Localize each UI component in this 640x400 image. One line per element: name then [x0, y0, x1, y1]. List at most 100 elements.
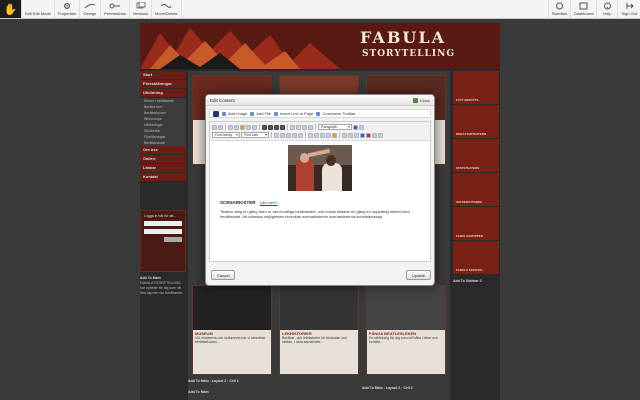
add-to-cell2-link[interactable]: Add To Main : Layout 2 : Cell 2 — [362, 386, 413, 390]
hr-icon[interactable] — [314, 132, 319, 138]
align-left-icon[interactable] — [290, 124, 295, 130]
brush-icon — [83, 1, 97, 10]
exit-edit-group[interactable]: ✋ Exit Edit Mode — [0, 0, 55, 18]
undo-icon[interactable] — [212, 124, 217, 130]
settings-icon — [316, 111, 321, 116]
thumb-caption: FÅNGA BEATLESLEKEN En utbildning för dig … — [367, 330, 445, 346]
login-field[interactable] — [144, 229, 182, 234]
content-photo[interactable] — [288, 145, 352, 191]
font-color-icon[interactable] — [326, 132, 331, 138]
nav-item-utbildning[interactable]: Utbildning — [140, 89, 186, 98]
paste-word-icon[interactable] — [252, 124, 257, 130]
format-select[interactable]: Paragraph — [318, 124, 352, 130]
editor-content-area[interactable]: SCENARKISTER Läs mer!!! Teatern steg en … — [210, 141, 430, 223]
versions-button[interactable]: Versions — [130, 0, 153, 18]
news-block: Add To Main FABULA STORYTELLING har nyhe… — [140, 276, 186, 296]
italic-icon[interactable] — [268, 124, 273, 130]
strikethrough-icon[interactable] — [280, 124, 285, 130]
sign-out-label: Sign Out — [621, 11, 637, 16]
move-delete-button[interactable]: Move/Delete — [152, 0, 182, 18]
bullet-list-icon[interactable] — [274, 132, 279, 138]
login-button[interactable] — [164, 237, 182, 242]
read-more-link[interactable]: Läs mer!!! — [260, 200, 278, 205]
nav-item-om-oss[interactable]: Om oss — [140, 146, 186, 155]
customize-toolbar-button[interactable]: Customize Toolbar — [316, 111, 355, 116]
bold-icon[interactable] — [262, 124, 267, 130]
nav-item-galleri[interactable]: Galleri — [140, 155, 186, 164]
dialog-title: Edit Content — [210, 97, 235, 103]
content-heading-text: SCENARKISTER — [220, 200, 256, 205]
editor-toolbar-row: Font family Font size — [212, 131, 428, 139]
content-thumb[interactable]: FÅNGA BEATLESLEKEN En utbildning för dig … — [366, 285, 446, 375]
outdent-icon[interactable] — [286, 132, 291, 138]
right-column-item[interactable]: BERÄTTARTEATERN — [453, 105, 499, 139]
font-family-select[interactable]: Font family — [212, 132, 240, 138]
sign-out-icon — [622, 1, 636, 10]
cancel-button[interactable]: Cancel — [211, 270, 236, 280]
versions-icon — [134, 1, 148, 10]
align-right-icon[interactable] — [302, 124, 307, 130]
add-to-sidebar-link[interactable]: Add To Sidebar 2 — [453, 279, 499, 283]
unlink-icon[interactable] — [366, 132, 371, 138]
content-thumb[interactable]: LEKHISTORIER Berättar- och lekhistorier f… — [279, 285, 359, 375]
underline-icon[interactable] — [274, 124, 279, 130]
html-source-icon[interactable] — [378, 132, 383, 138]
add-image-button[interactable]: Add Image — [222, 111, 247, 116]
right-column-item[interactable]: STATSTEATERN — [453, 139, 499, 173]
nav-item-start[interactable]: Start — [140, 71, 186, 80]
site-logo-subtitle: STORYTELLING — [362, 49, 455, 59]
copy-icon[interactable] — [234, 124, 239, 130]
design-button[interactable]: Design — [80, 0, 102, 18]
toolbar-separator — [287, 124, 288, 130]
paste-icon[interactable] — [240, 124, 245, 130]
blockquote-icon[interactable] — [298, 132, 303, 138]
design-label: Design — [83, 11, 97, 16]
right-column-item[interactable]: FÅTT BERÄTTA — [453, 71, 499, 105]
editor-toolbar: Paragraph Font family Font size — [210, 122, 430, 141]
paste-text-icon[interactable] — [246, 124, 251, 130]
font-size-select[interactable]: Font size — [241, 132, 269, 138]
file-icon — [250, 111, 255, 116]
photo-figure-left — [296, 159, 314, 191]
link-icon[interactable] — [360, 132, 365, 138]
fullscreen-icon[interactable] — [359, 124, 364, 130]
sign-out-button[interactable]: Sign Out — [617, 0, 640, 18]
permissions-button[interactable]: Permissions — [101, 0, 130, 18]
nav-item-lankar[interactable]: Länkar — [140, 164, 186, 173]
insert-link-button[interactable]: Insert Link to Page — [274, 111, 313, 116]
align-justify-icon[interactable] — [308, 124, 313, 130]
thumb-image — [280, 286, 358, 330]
dashboard-button[interactable]: Dashboard — [569, 0, 597, 18]
special-char-icon[interactable] — [320, 132, 325, 138]
login-title: Logga in här för att... — [144, 214, 177, 218]
properties-button[interactable]: Properties — [55, 0, 81, 18]
highlight-icon[interactable] — [332, 132, 337, 138]
add-file-button[interactable]: Add File — [250, 111, 271, 116]
login-field[interactable] — [144, 221, 182, 226]
update-button[interactable]: Update — [406, 270, 431, 280]
align-center-icon[interactable] — [296, 124, 301, 130]
exit-edit-mode-button[interactable]: Exit Edit Mode — [22, 0, 55, 18]
cut-icon[interactable] — [228, 124, 233, 130]
indent-icon[interactable] — [292, 132, 297, 138]
nav-item-kontakt[interactable]: Kontakt — [140, 173, 186, 182]
clear-format-icon[interactable] — [354, 132, 359, 138]
subscript-icon[interactable] — [342, 132, 347, 138]
content-thumb[interactable]: MUSEUM Vid museerna och kulturarvet har v… — [192, 285, 272, 375]
spellcheck-icon[interactable] — [353, 124, 358, 130]
help-button[interactable]: Help — [596, 0, 617, 18]
close-button[interactable]: Close — [412, 97, 430, 103]
redo-icon[interactable] — [218, 124, 223, 130]
right-column-item[interactable]: OM BERÄTTANDE — [453, 173, 499, 207]
right-column-item[interactable]: FABULAGRUPPEN — [453, 207, 499, 241]
table-icon[interactable] — [308, 132, 313, 138]
anchor-icon[interactable] — [372, 132, 377, 138]
help-label: Help — [603, 11, 612, 16]
right-column-item[interactable]: FABULA FESTIVAL — [453, 241, 499, 275]
add-to-cell1-link[interactable]: Add To Main : Layout 2 : Cell 1 — [188, 379, 239, 383]
superscript-icon[interactable] — [348, 132, 353, 138]
numbered-list-icon[interactable] — [280, 132, 285, 138]
nav-item-forestallningar[interactable]: Föreställningar — [140, 80, 186, 89]
add-to-main-bottom-link[interactable]: Add To Main — [188, 390, 209, 394]
swedish-button[interactable]: Swedish — [547, 0, 570, 18]
